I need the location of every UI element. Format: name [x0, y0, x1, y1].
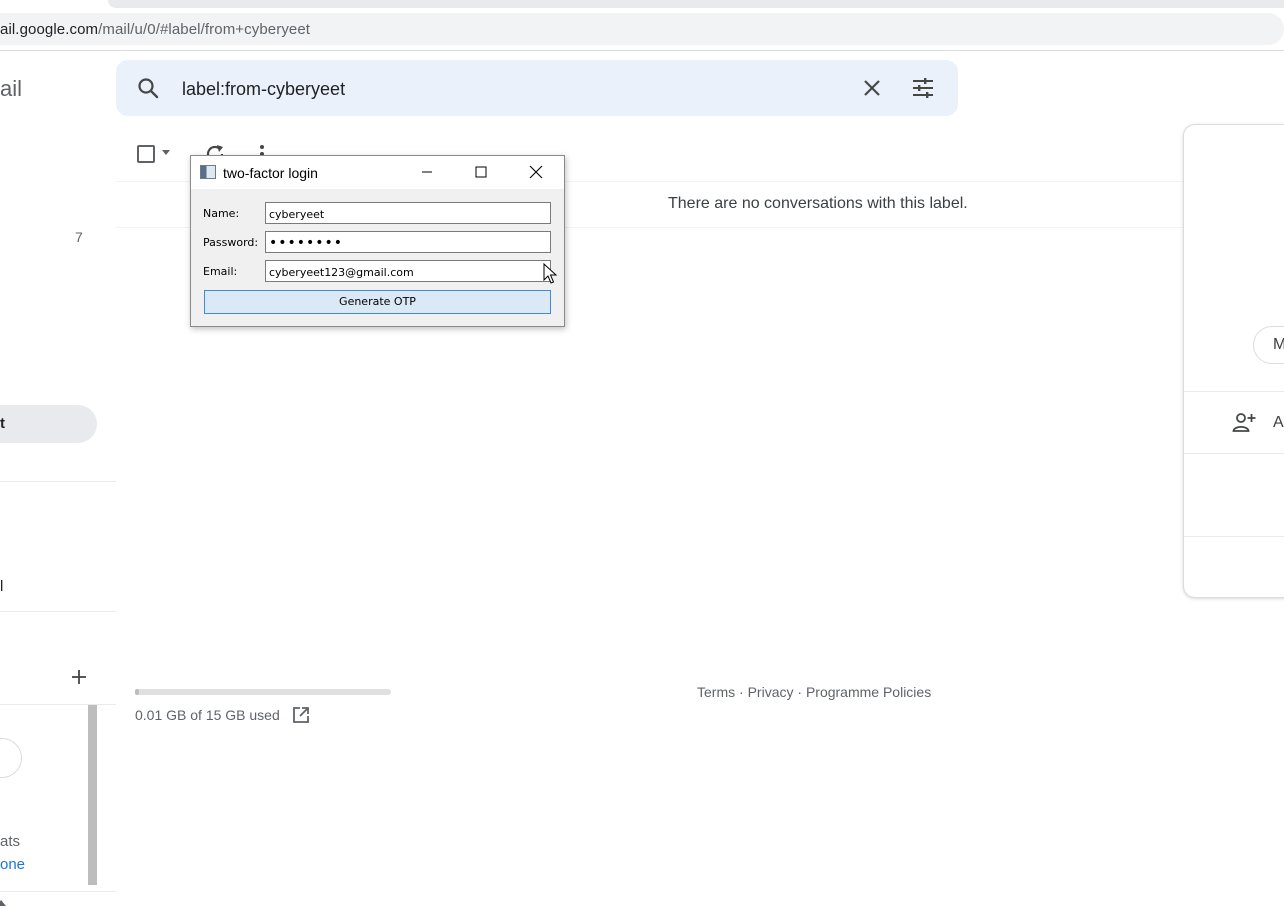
password-field[interactable]	[265, 231, 551, 253]
chat-phone-link[interactable]: one	[0, 856, 25, 873]
avatar[interactable]	[0, 738, 22, 778]
side-panel-pill-label[interactable]: M	[1273, 336, 1284, 354]
search-options-icon[interactable]	[910, 76, 936, 100]
window-title: two-factor login	[223, 165, 318, 181]
sidebar-divider	[0, 481, 116, 482]
side-panel-divider	[1184, 536, 1284, 537]
footer-links: Terms · Privacy · Programme Policies	[697, 684, 931, 700]
sidebar-divider	[0, 704, 116, 705]
chevron-up-icon[interactable]	[0, 900, 6, 906]
programme-policies-link[interactable]: Programme Policies	[806, 684, 931, 700]
sidebar-item[interactable]: l	[0, 578, 3, 595]
email-field[interactable]	[265, 260, 551, 282]
sidebar-item-active-label[interactable]	[0, 405, 97, 443]
browser-tab-strip	[108, 0, 1284, 8]
footer-separator: ·	[735, 684, 748, 700]
terms-link[interactable]: Terms	[697, 684, 735, 700]
add-person-icon[interactable]	[1232, 411, 1256, 433]
address-bar-url[interactable]: ail.google.com/mail/u/0/#label/from+cybe…	[0, 21, 310, 38]
chrome-divider	[0, 50, 1284, 51]
window-app-icon	[200, 165, 216, 179]
gmail-logo-text[interactable]: ail	[0, 76, 22, 102]
storage-bar	[135, 689, 391, 695]
url-host: ail.google.com	[0, 21, 99, 38]
name-label: Name:	[203, 207, 240, 220]
close-icon[interactable]	[521, 160, 551, 184]
storage-usage-text: 0.01 GB of 15 GB used	[135, 707, 280, 723]
sidebar-item-active-label-text[interactable]: t	[0, 415, 5, 432]
generate-otp-button[interactable]: Generate OTP	[204, 290, 551, 314]
open-in-new-icon[interactable]	[292, 706, 310, 724]
sidebar-scrollbar[interactable]	[88, 705, 97, 885]
password-label: Password:	[203, 236, 259, 249]
sidebar-unread-count: 7	[75, 229, 83, 245]
privacy-link[interactable]: Privacy	[748, 684, 794, 700]
name-field[interactable]	[265, 202, 551, 224]
create-label-plus-icon[interactable]	[70, 668, 88, 686]
maximize-icon[interactable]	[466, 160, 496, 184]
empty-label-message: There are no conversations with this lab…	[668, 195, 968, 212]
minimize-icon[interactable]	[412, 160, 442, 184]
side-panel-add-label[interactable]: A	[1273, 414, 1284, 432]
chat-hint-text: ats	[0, 833, 21, 850]
url-path: /mail/u/0/#label/from+cyberyeet	[98, 21, 311, 38]
sidebar-divider	[0, 891, 116, 892]
mouse-cursor-icon	[543, 263, 557, 284]
side-panel-divider	[1184, 391, 1284, 392]
side-panel-divider	[1184, 453, 1284, 454]
footer-separator: ·	[793, 684, 806, 700]
email-label: Email:	[203, 265, 238, 278]
select-all-checkbox[interactable]	[137, 145, 155, 163]
storage-bar-fill	[135, 689, 139, 695]
search-icon[interactable]	[136, 76, 160, 100]
close-icon[interactable]	[860, 76, 884, 100]
sidebar-divider	[0, 611, 116, 612]
chevron-down-icon[interactable]	[162, 150, 170, 155]
search-input[interactable]: label:from-cyberyeet	[182, 79, 345, 100]
